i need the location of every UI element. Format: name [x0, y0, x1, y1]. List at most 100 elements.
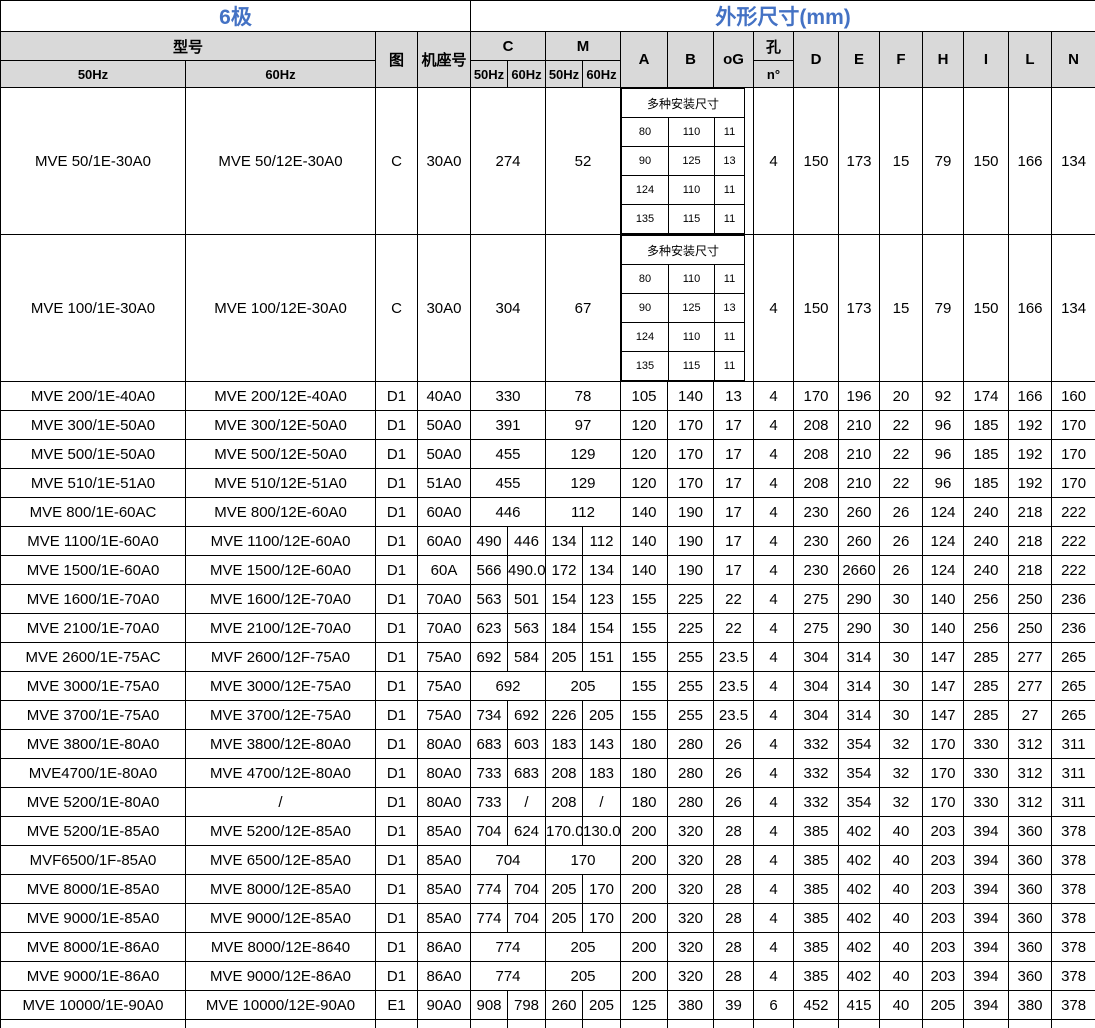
cell-figure: D1 [376, 875, 418, 904]
column-header-m-60hz: 60Hz [583, 61, 621, 88]
cell-model-50hz: MVE 8000/1E-86A0 [1, 933, 186, 962]
cell-l: 27 [1009, 701, 1052, 730]
cell-b: 170 [668, 469, 714, 498]
cell-a: 120 [621, 469, 668, 498]
cell-model-50hz: MVE 3800/1E-80A0 [1, 730, 186, 759]
cell-figure: D1 [376, 759, 418, 788]
cell-l: 166 [1009, 88, 1052, 235]
cell-frame: 75A0 [418, 701, 471, 730]
cell-d: 385 [794, 875, 839, 904]
cell-model-60hz: MVE 1500/12E-60A0 [186, 556, 376, 585]
cell-frame: 90A0 [418, 991, 471, 1020]
cell-n: 134 [1052, 88, 1095, 235]
cell-n: 378 [1052, 846, 1095, 875]
cell-og: 26 [714, 730, 754, 759]
table-row: MVE 800/1E-60ACMVE 800/12E-60A0D160A0446… [1, 498, 1095, 527]
cell-og: 23.5 [714, 701, 754, 730]
cell-c-50hz: 623 [471, 614, 508, 643]
mount-cell: 90 [622, 147, 669, 176]
cell-b: 380 [668, 991, 714, 1020]
cell-m: 170 [546, 846, 621, 875]
cell-b: 320 [668, 962, 714, 991]
cell-i: 256 [964, 585, 1009, 614]
cell-d: 230 [794, 498, 839, 527]
cell-holes: 4 [754, 556, 794, 585]
mount-cell: 13 [715, 147, 745, 176]
cell-n: 160 [1052, 382, 1095, 411]
cell-n: 378 [1052, 1020, 1095, 1028]
cell-figure: D1 [376, 411, 418, 440]
mount-table-row: 9012513 [622, 147, 745, 176]
mount-cell: 80 [622, 265, 669, 294]
cell-b: 225 [668, 585, 714, 614]
cell-i: 150 [964, 235, 1009, 382]
cell-model-60hz: MVE 510/12E-51A0 [186, 469, 376, 498]
cell-n: 378 [1052, 904, 1095, 933]
cell-holes: 4 [754, 411, 794, 440]
cell-h: 96 [923, 411, 964, 440]
mount-table-row: 8011011 [622, 118, 745, 147]
cell-figure: D1 [376, 788, 418, 817]
cell-n: 378 [1052, 875, 1095, 904]
cell-frame: 30A0 [418, 235, 471, 382]
table-row: MVE 9000/1E-86A0MVE 9000/12E-86A0D186A07… [1, 962, 1095, 991]
cell-frame: 80A0 [418, 788, 471, 817]
cell-l: 312 [1009, 759, 1052, 788]
cell-b: 320 [668, 846, 714, 875]
cell-m-50hz: 205 [546, 904, 583, 933]
mount-cell: 135 [622, 352, 669, 381]
cell-frame: 85A0 [418, 904, 471, 933]
cell-l: 380 [1009, 991, 1052, 1020]
cell-a: 200 [621, 962, 668, 991]
cell-e: 314 [839, 701, 880, 730]
cell-d: 275 [794, 585, 839, 614]
cell-c-50hz: 734 [471, 701, 508, 730]
cell-model-50hz: MVE 100/1E-30A0 [1, 235, 186, 382]
column-header-frame: 机座号 [418, 32, 471, 88]
cell-model-50hz: MVE 5200/1E-80A0 [1, 788, 186, 817]
column-header-figure: 图 [376, 32, 418, 88]
cell-model-60hz: MVE 1100/12E-60A0 [186, 527, 376, 556]
cell-h: 79 [923, 88, 964, 235]
cell-d: 208 [794, 440, 839, 469]
cell-c: 391 [471, 411, 546, 440]
cell-h: 124 [923, 556, 964, 585]
cell-holes: 4 [754, 817, 794, 846]
cell-m-60hz: 130.0 [583, 817, 621, 846]
cell-model-60hz: MVE 100/12E-30A0 [186, 235, 376, 382]
cell-i: 394 [964, 875, 1009, 904]
mounting-dimensions-cell: 多种安装尺寸801101190125131241101113511511 [621, 88, 754, 235]
mount-table-row: 13511511 [622, 205, 745, 234]
cell-e: 210 [839, 440, 880, 469]
cell-c: 774 [471, 933, 546, 962]
column-header-og: oG [714, 32, 754, 88]
cell-model-50hz: MVE 5200/1E-85A0 [1, 817, 186, 846]
column-header-hole: 孔 [754, 32, 794, 61]
cell-m: 205 [546, 672, 621, 701]
cell-l: 250 [1009, 585, 1052, 614]
cell-holes: 4 [754, 875, 794, 904]
cell-frame: 90A0 [418, 1020, 471, 1028]
cell-figure: D1 [376, 498, 418, 527]
table-row: MVE 1500/1E-60A0MVE 1500/12E-60A0D160A56… [1, 556, 1095, 585]
cell-h: 203 [923, 933, 964, 962]
cell-og: 17 [714, 469, 754, 498]
cell-og: 28 [714, 817, 754, 846]
cell-model-50hz: MVE 500/1E-50A0 [1, 440, 186, 469]
cell-m-60hz: 151 [583, 643, 621, 672]
cell-e: 402 [839, 875, 880, 904]
cell-f: 22 [880, 469, 923, 498]
cell-l: 380 [1009, 1020, 1052, 1028]
cell-n: 134 [1052, 235, 1095, 382]
cell-l: 250 [1009, 614, 1052, 643]
cell-i: 330 [964, 730, 1009, 759]
cell-c-60hz: 563 [508, 614, 546, 643]
cell-i: 394 [964, 1020, 1009, 1028]
cell-m-50hz: 134 [546, 527, 583, 556]
mount-cell: 115 [669, 205, 715, 234]
cell-holes: 4 [754, 933, 794, 962]
cell-l: 277 [1009, 672, 1052, 701]
cell-model-50hz: MVE 2100/1E-70A0 [1, 614, 186, 643]
cell-figure: E1 [376, 991, 418, 1020]
cell-figure: D1 [376, 672, 418, 701]
